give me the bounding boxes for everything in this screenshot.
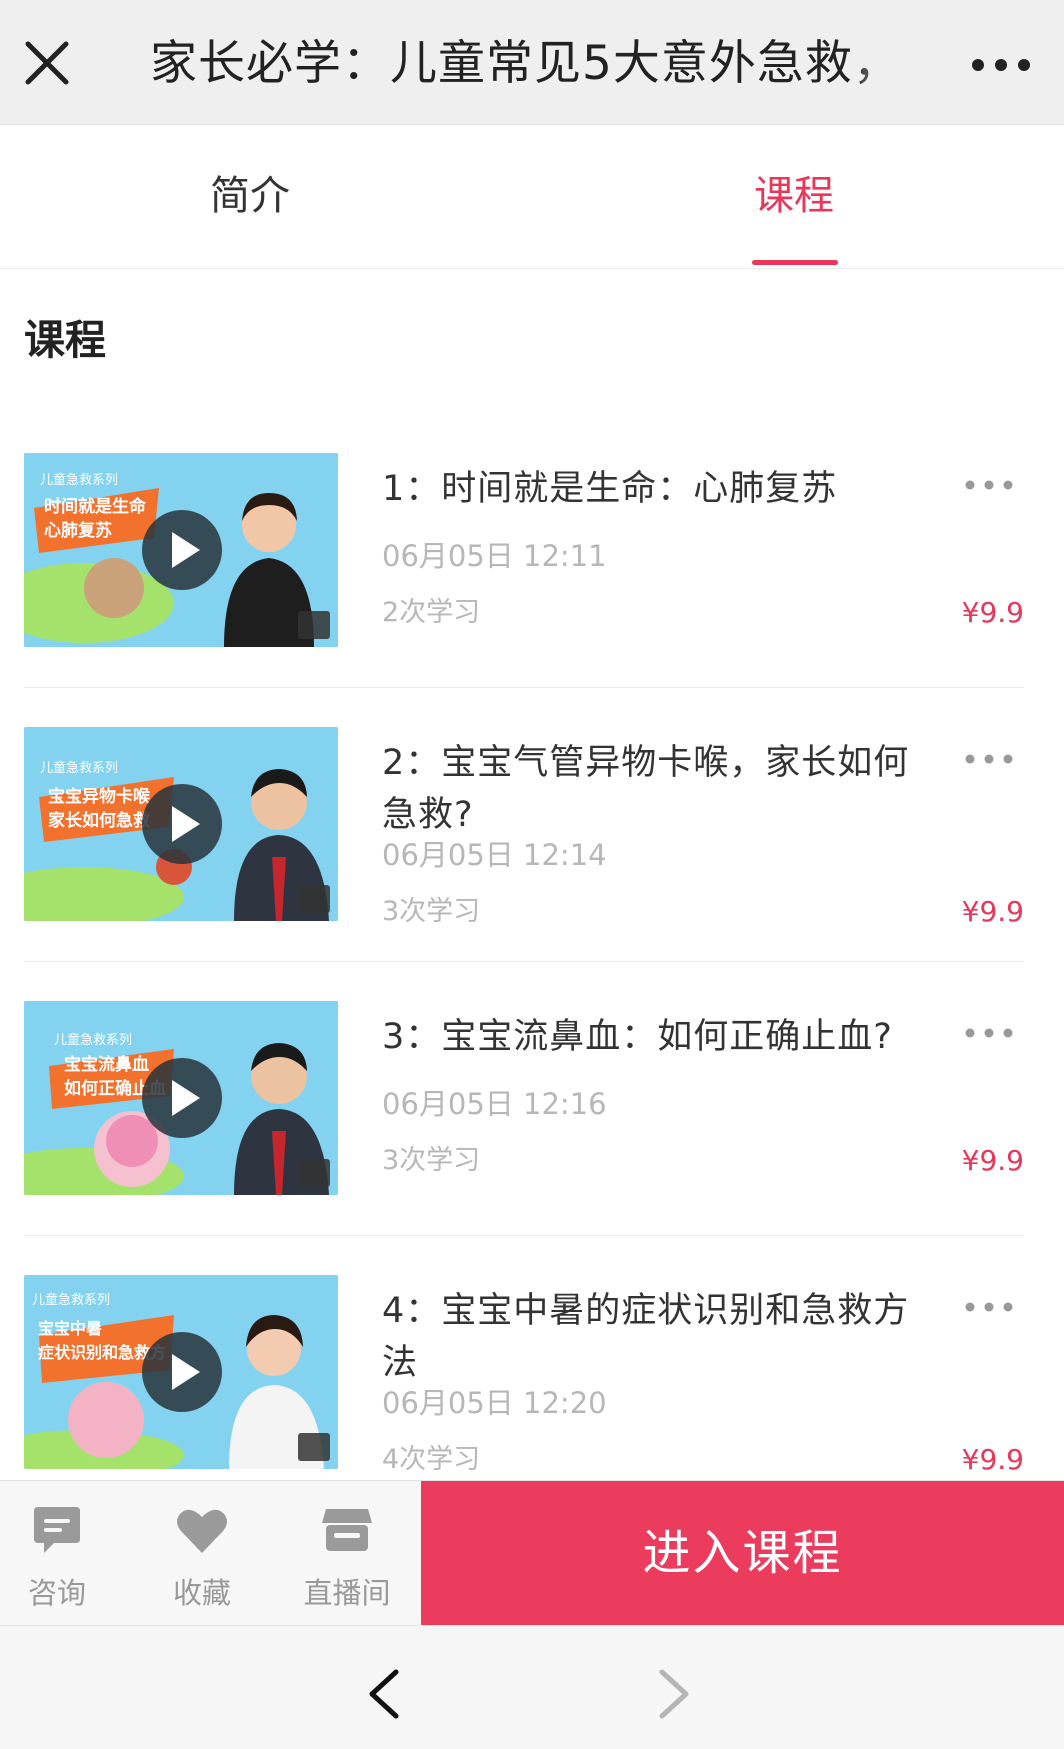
- course-study-count: 4次学习: [382, 1444, 481, 1475]
- play-icon[interactable]: [142, 784, 222, 864]
- divider: [24, 687, 1024, 688]
- course-title: 2：宝宝气管异物卡喉，家长如何急救?: [382, 743, 910, 835]
- live-room-button[interactable]: 直播间: [292, 1481, 402, 1626]
- course-item[interactable]: 儿童急救系列 宝宝流鼻血 如何正确止血 3：宝宝流鼻血：如何正确止血? 06月0…: [24, 1001, 1024, 1241]
- play-icon[interactable]: [142, 510, 222, 590]
- tab-bar: 简介 课程: [0, 125, 1064, 269]
- chat-bubble-icon: [34, 1507, 80, 1553]
- enter-course-button[interactable]: 进入课程: [421, 1481, 1064, 1625]
- course-title: 3：宝宝流鼻血：如何正确止血?: [382, 1017, 893, 1057]
- back-arrow-icon[interactable]: [360, 1666, 410, 1722]
- more-dots-icon[interactable]: [970, 50, 1032, 80]
- course-thumbnail[interactable]: 儿童急救系列 宝宝异物卡喉 家长如何急救: [24, 727, 338, 921]
- course-item[interactable]: 儿童急救系列 时间就是生命 心肺复苏 1：时间就是生命：心肺复苏 06月05日 …: [24, 453, 1024, 693]
- close-icon[interactable]: [22, 38, 72, 88]
- more-dots-icon[interactable]: [964, 751, 1014, 767]
- more-dots-icon[interactable]: [964, 477, 1014, 493]
- course-date: 06月05日 12:11: [382, 539, 607, 573]
- course-study-count: 2次学习: [382, 597, 481, 628]
- course-date: 06月05日 12:20: [382, 1386, 607, 1420]
- browser-nav-bar: [0, 1625, 1064, 1749]
- tab-course[interactable]: 课程: [694, 125, 894, 268]
- course-study-count: 3次学习: [382, 1145, 481, 1176]
- more-dots-icon[interactable]: [964, 1025, 1014, 1041]
- tab-intro[interactable]: 简介: [150, 125, 350, 268]
- course-title: 4：宝宝中暑的症状识别和急救方法: [382, 1291, 910, 1383]
- course-item[interactable]: 儿童急救系列 宝宝异物卡喉 家长如何急救 2：宝宝气管异物卡喉，家长如何急救? …: [24, 727, 1024, 967]
- play-icon[interactable]: [142, 1058, 222, 1138]
- course-item[interactable]: 儿童急救系列 宝宝中暑 症状识别和急救方 4：宝宝中暑的症状识别和急救方法 06…: [24, 1275, 1024, 1515]
- favorite-label: 收藏: [172, 1576, 231, 1610]
- title-bar: 家长必学：儿童常见5大意外急救，: [0, 0, 1064, 125]
- page-title: 家长必学：儿童常见5大意外急救，: [150, 36, 900, 91]
- live-room-label: 直播间: [303, 1576, 391, 1610]
- divider: [24, 961, 1024, 962]
- section-title: 课程: [24, 316, 106, 364]
- consult-label: 咨询: [27, 1576, 86, 1610]
- course-price: ¥9.9: [961, 1443, 1024, 1476]
- course-price: ¥9.9: [961, 895, 1024, 928]
- more-dots-icon[interactable]: [964, 1299, 1014, 1315]
- course-thumbnail[interactable]: 儿童急救系列 宝宝中暑 症状识别和急救方: [24, 1275, 338, 1469]
- storefront-icon: [322, 1509, 372, 1551]
- course-date: 06月05日 12:16: [382, 1087, 607, 1121]
- course-thumbnail[interactable]: 儿童急救系列 宝宝流鼻血 如何正确止血: [24, 1001, 338, 1195]
- course-study-count: 3次学习: [382, 896, 481, 927]
- active-tab-indicator: [752, 260, 838, 265]
- forward-arrow-icon[interactable]: [648, 1666, 698, 1722]
- course-title: 1：时间就是生命：心肺复苏: [382, 469, 838, 509]
- course-date: 06月05日 12:14: [382, 838, 607, 872]
- play-icon[interactable]: [142, 1332, 222, 1412]
- course-price: ¥9.9: [961, 1144, 1024, 1177]
- course-thumbnail[interactable]: 儿童急救系列 时间就是生命 心肺复苏: [24, 453, 338, 647]
- favorite-button[interactable]: 收藏: [147, 1481, 257, 1626]
- divider: [24, 1235, 1024, 1236]
- course-price: ¥9.9: [961, 596, 1024, 629]
- consult-button[interactable]: 咨询: [2, 1481, 112, 1626]
- heart-icon: [177, 1509, 227, 1553]
